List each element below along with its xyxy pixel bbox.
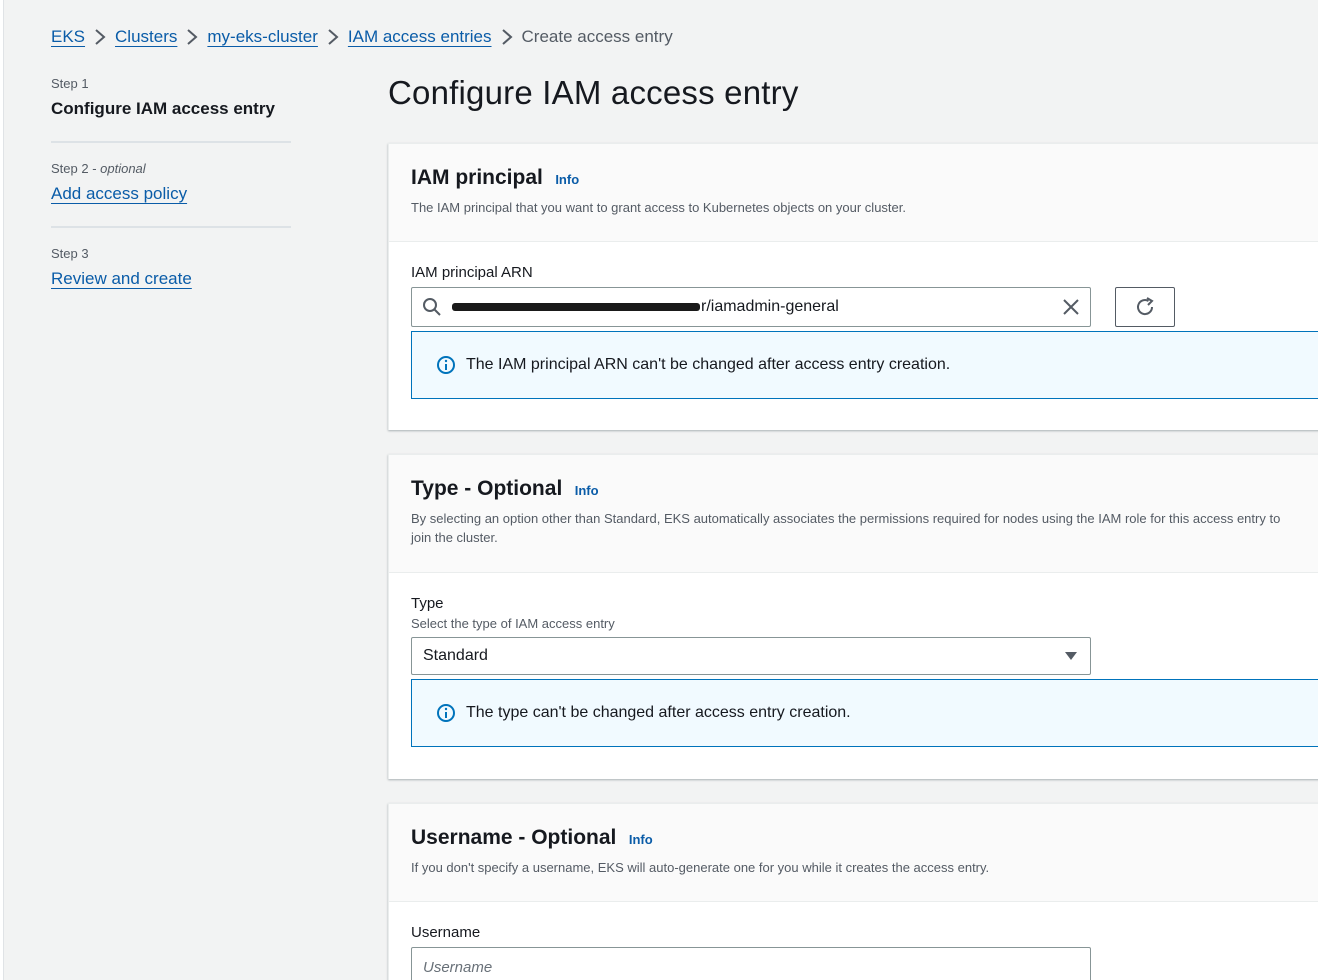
info-circle-icon: [436, 355, 456, 375]
refresh-button[interactable]: [1115, 287, 1175, 327]
refresh-icon: [1134, 296, 1156, 318]
chevron-right-icon: [177, 25, 207, 49]
container-body: IAM principal ARN r/iamadmin-general The…: [389, 242, 1318, 421]
username-container: Username - Optional Info If you don't sp…: [388, 803, 1318, 980]
type-select[interactable]: Standard: [411, 637, 1091, 675]
wizard-steps: Step 1 Configure IAM access entry Step 2…: [51, 76, 291, 329]
container-body: Username: [389, 902, 1318, 980]
iam-principal-arn-input[interactable]: r/iamadmin-general: [411, 287, 1091, 327]
breadcrumb-cluster[interactable]: my-eks-cluster: [207, 27, 318, 47]
section-title: IAM principal: [411, 166, 543, 189]
section-title: Type - Optional: [411, 477, 563, 500]
info-link[interactable]: Info: [575, 483, 599, 498]
page: EKS Clusters my-eks-cluster IAM access e…: [0, 0, 1318, 980]
chevron-right-icon: [85, 25, 115, 49]
page-title: Configure IAM access entry: [388, 74, 799, 111]
info-alert: The IAM principal ARN can't be changed a…: [411, 331, 1318, 399]
alert-text: The type can't be changed after access e…: [466, 704, 851, 721]
breadcrumb-iam-access-entries[interactable]: IAM access entries: [348, 27, 492, 47]
field-label: Username: [411, 924, 481, 941]
breadcrumb-current: Create access entry: [521, 27, 673, 46]
step-label: Step 2 - optional: [51, 161, 146, 176]
step-link-add-access-policy[interactable]: Add access policy: [51, 184, 187, 203]
info-link[interactable]: Info: [555, 172, 579, 187]
step-3: Step 3 Review and create: [51, 246, 291, 311]
step-link-review-and-create[interactable]: Review and create: [51, 269, 192, 288]
type-container: Type - Optional Info By selecting an opt…: [388, 454, 1318, 779]
section-description: The IAM principal that you want to grant…: [411, 200, 906, 215]
step-1: Step 1 Configure IAM access entry: [51, 76, 291, 143]
container-body: Type Select the type of IAM access entry…: [389, 573, 1318, 769]
section-description: If you don't specify a username, EKS wil…: [411, 860, 990, 875]
search-icon: [422, 297, 442, 317]
select-value: Standard: [423, 647, 488, 664]
username-input[interactable]: [411, 947, 1091, 980]
breadcrumb-clusters[interactable]: Clusters: [115, 27, 177, 47]
iam-principal-container: IAM principal Info The IAM principal tha…: [388, 143, 1318, 430]
chevron-right-icon: [318, 25, 348, 49]
info-link[interactable]: Info: [629, 832, 653, 847]
input-value: r/iamadmin-general: [452, 298, 1062, 316]
section-description: By selecting an option other than Standa…: [411, 511, 1281, 545]
info-circle-icon: [436, 703, 456, 723]
input-row: r/iamadmin-general: [411, 287, 1306, 327]
field-label: Type: [411, 595, 444, 612]
step-title-current: Configure IAM access entry: [51, 99, 275, 118]
container-header: IAM principal Info The IAM principal tha…: [389, 144, 1318, 242]
step-label: Step 1: [51, 76, 89, 91]
step-2: Step 2 - optional Add access policy: [51, 161, 291, 228]
container-header: Username - Optional Info If you don't sp…: [389, 804, 1318, 902]
breadcrumb-eks[interactable]: EKS: [51, 27, 85, 47]
caret-down-icon: [1064, 651, 1078, 661]
left-edge: [0, 0, 4, 980]
section-title: Username - Optional: [411, 826, 617, 849]
alert-text: The IAM principal ARN can't be changed a…: [466, 356, 951, 373]
step-label: Step 3: [51, 246, 89, 261]
chevron-right-icon: [492, 25, 522, 49]
breadcrumb: EKS Clusters my-eks-cluster IAM access e…: [51, 25, 673, 49]
container-header: Type - Optional Info By selecting an opt…: [389, 455, 1318, 573]
redacted-arn: [452, 302, 700, 311]
field-description: Select the type of IAM access entry: [411, 616, 615, 631]
field-label: IAM principal ARN: [411, 264, 533, 281]
clear-icon[interactable]: [1062, 298, 1080, 316]
info-alert: The type can't be changed after access e…: [411, 679, 1318, 747]
